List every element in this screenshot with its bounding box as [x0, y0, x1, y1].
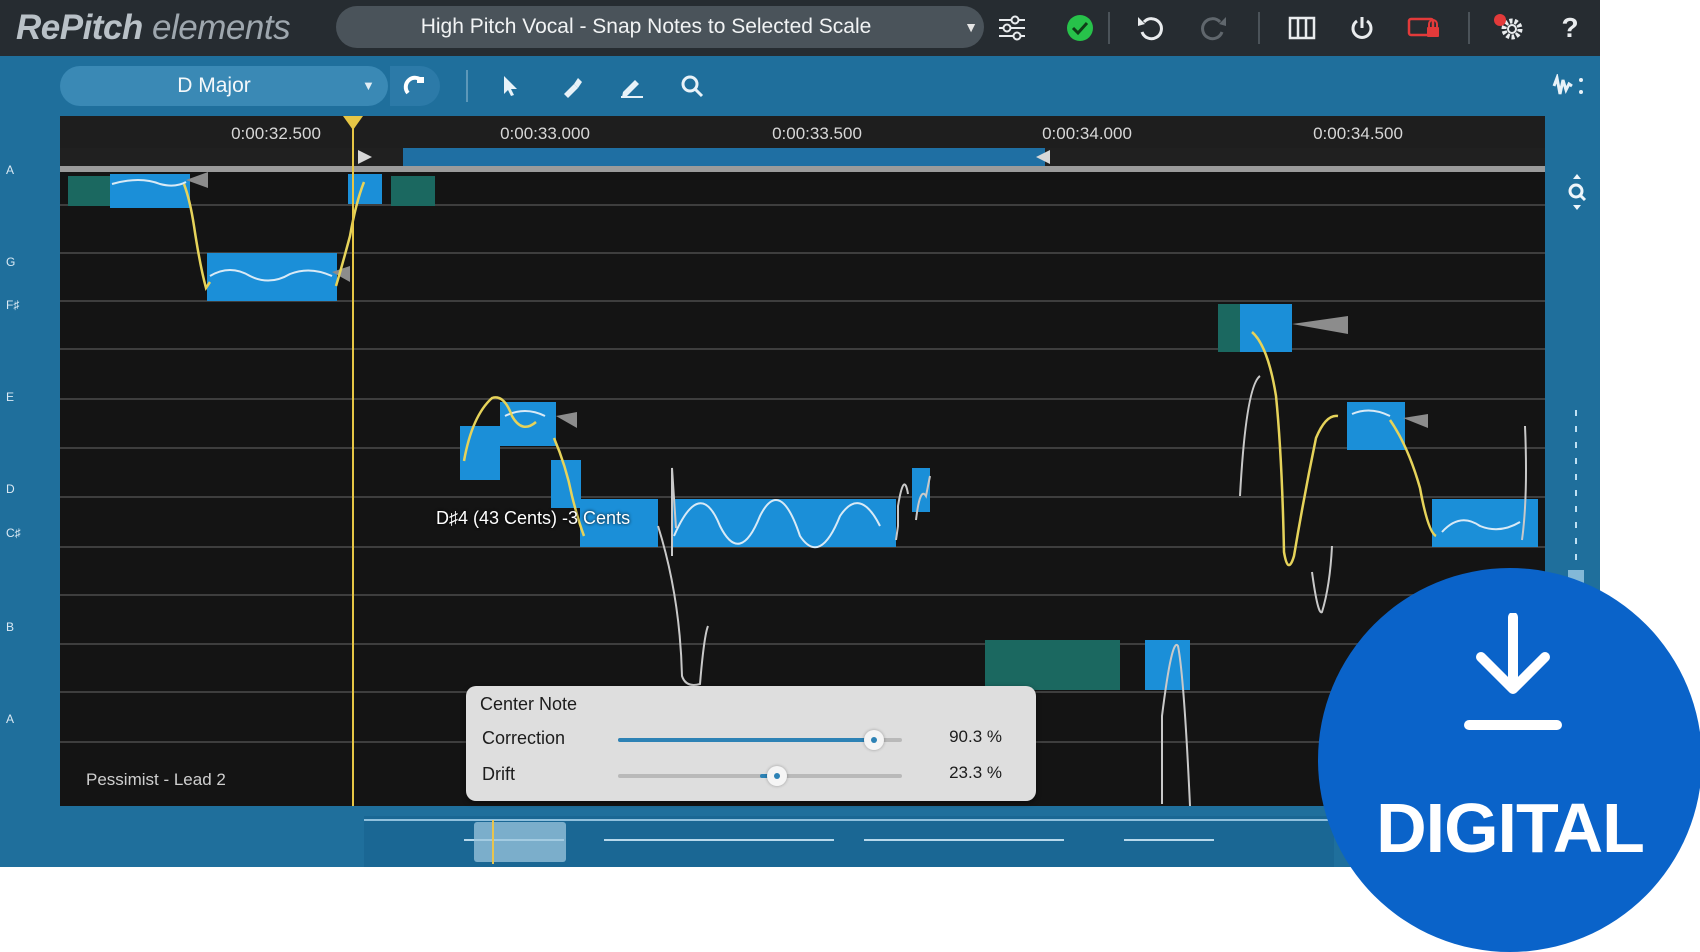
tool-row: D Major ▼	[0, 56, 1600, 116]
note-lane-label: C♯	[6, 526, 21, 540]
settings-sliders-icon[interactable]	[992, 8, 1032, 48]
overview-viewport[interactable]	[474, 822, 566, 862]
badge-text: DIGITAL	[1376, 789, 1645, 867]
correction-value: 90.3 %	[949, 727, 1002, 746]
pitch-tool-icon[interactable]	[554, 68, 590, 104]
note-blob	[1218, 304, 1240, 352]
logo-bold: RePitch	[16, 8, 143, 47]
note-blob	[985, 640, 1120, 690]
toolbar-divider	[466, 70, 468, 102]
note-lane-label: G	[6, 255, 16, 269]
note-lane-label: F♯	[6, 298, 20, 312]
drift-value: 23.3 %	[949, 763, 1002, 782]
correction-knob[interactable]	[864, 730, 885, 750]
drift-knob[interactable]	[766, 766, 787, 786]
link-icon[interactable]	[1404, 8, 1444, 48]
center-note-panel: Center Note Correction 90.3 % Drift 23.3…	[466, 686, 1036, 801]
loop-end-marker	[1036, 150, 1050, 164]
zoom-tool-icon[interactable]	[674, 68, 710, 104]
scale-name: D Major	[177, 74, 251, 97]
piano-roll-icon[interactable]	[1282, 8, 1322, 48]
digital-badge: DIGITAL	[1318, 568, 1700, 952]
note-blob	[1240, 304, 1292, 352]
pointer-tool-icon[interactable]	[492, 68, 528, 104]
toolbar-divider	[1258, 12, 1260, 44]
correction-slider[interactable]	[618, 730, 902, 750]
scale-selector[interactable]: D Major ▼	[60, 66, 388, 106]
preset-name: High Pitch Vocal - Snap Notes to Selecte…	[420, 15, 872, 38]
note-blob	[207, 253, 337, 301]
download-icon	[1464, 613, 1562, 730]
correction-label: Correction	[482, 728, 566, 748]
note-blob	[110, 174, 190, 208]
status-ok-icon	[1060, 8, 1100, 48]
chevron-down-icon: ▼	[964, 19, 978, 35]
chevron-down-icon: ▼	[362, 78, 375, 93]
track-name: Pessimist - Lead 2	[86, 770, 226, 789]
vertical-zoom-icon[interactable]	[1564, 172, 1590, 212]
note-blob	[1347, 402, 1405, 450]
toolbar-divider	[1108, 12, 1110, 44]
note-lane-label: B	[6, 620, 15, 634]
note-lane-label: A	[6, 712, 15, 726]
redo-icon[interactable]	[1193, 8, 1233, 48]
undo-icon[interactable]	[1131, 8, 1171, 48]
correction-row: Correction 90.3 %	[482, 724, 1022, 754]
loop-start-marker	[358, 150, 372, 164]
magnet-icon	[403, 75, 424, 95]
settings-gear-icon[interactable]	[1490, 8, 1530, 48]
panel-title: Center Note	[480, 694, 578, 714]
power-icon[interactable]	[1342, 8, 1382, 48]
app-logo: RePitch elements	[16, 6, 291, 50]
toolbar-divider	[1468, 12, 1470, 44]
preset-selector[interactable]: High Pitch Vocal - Snap Notes to Selecte…	[336, 6, 984, 48]
pencil-tool-icon[interactable]	[614, 68, 650, 104]
pitch-readout: D♯4 (43 Cents) -3 Cents	[436, 508, 631, 528]
help-icon[interactable]: ?	[1550, 8, 1590, 48]
playhead-marker	[343, 116, 363, 130]
logo-light: elements	[152, 8, 291, 47]
drift-label: Drift	[482, 764, 515, 784]
drift-slider[interactable]	[618, 766, 902, 786]
note-blob	[68, 176, 110, 206]
note-lane-label: D	[6, 482, 15, 496]
overview-scroller[interactable]	[364, 816, 1334, 867]
drift-row: Drift 23.3 %	[482, 760, 1022, 790]
overview-playhead	[492, 820, 494, 864]
top-toolbar: RePitch elements High Pitch Vocal - Snap…	[0, 0, 1600, 56]
snap-to-scale-button[interactable]	[390, 66, 440, 106]
note-blob	[391, 176, 435, 206]
correction-fill	[618, 738, 875, 742]
note-lane-label: A	[6, 163, 15, 177]
note-blob	[672, 499, 896, 547]
note-lane-label: E	[6, 390, 15, 404]
